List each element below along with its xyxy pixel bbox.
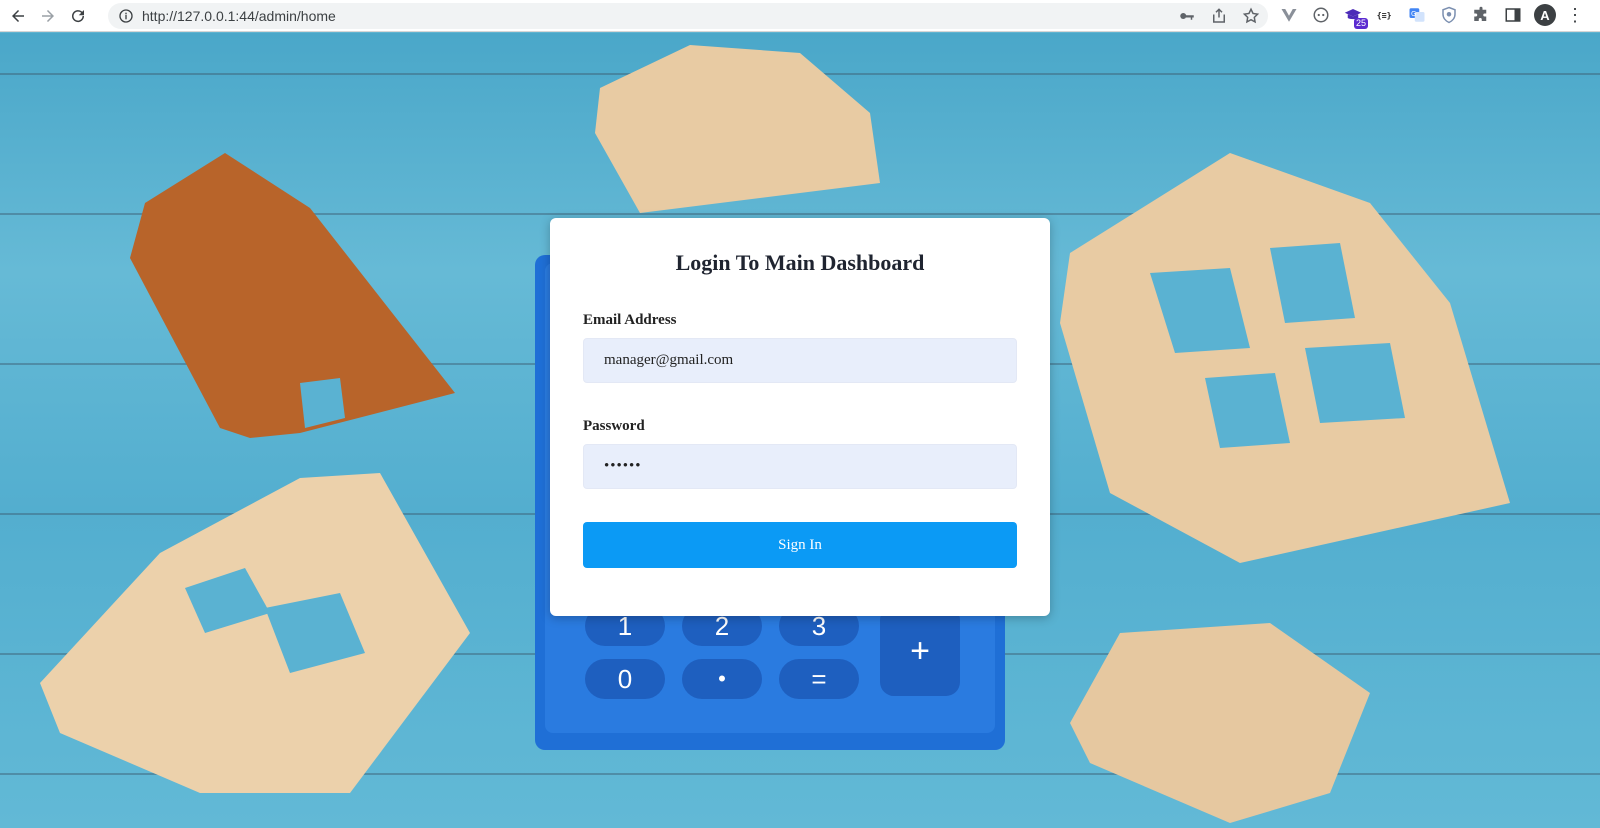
translate-icon[interactable]: G: [1406, 4, 1428, 26]
address-bar[interactable]: http://127.0.0.1:44/admin/home: [108, 3, 1268, 29]
key-icon[interactable]: [1178, 7, 1196, 25]
calc-key: 0: [585, 659, 665, 699]
password-field[interactable]: ••••••: [583, 444, 1017, 489]
forward-icon[interactable]: [36, 4, 60, 28]
shield-icon[interactable]: [1438, 4, 1460, 26]
svg-text:{≡}: {≡}: [1377, 10, 1392, 20]
dev-tools-icon[interactable]: [1310, 4, 1332, 26]
calc-key: =: [779, 659, 859, 699]
star-icon[interactable]: [1242, 7, 1260, 25]
login-title: Login To Main Dashboard: [675, 250, 925, 275]
email-field[interactable]: manager@gmail.com: [583, 338, 1017, 383]
login-card: Login To Main Dashboard Email Address ma…: [550, 218, 1050, 616]
calculator-keys: 1 2 3 + 0 • =: [585, 601, 1005, 721]
vue-devtools-icon[interactable]: [1278, 4, 1300, 26]
browser-toolbar: http://127.0.0.1:44/admin/home 25 {≡} G …: [0, 0, 1600, 32]
calc-key: +: [880, 606, 960, 696]
reload-icon[interactable]: [66, 4, 90, 28]
email-label: Email Address: [583, 312, 677, 328]
calc-key: •: [682, 659, 762, 699]
info-icon[interactable]: [118, 8, 134, 24]
extension-badge: 25: [1353, 18, 1368, 29]
sign-in-button[interactable]: Sign In: [583, 522, 1017, 568]
puzzle-icon[interactable]: [1470, 4, 1492, 26]
url-text: http://127.0.0.1:44/admin/home: [142, 8, 336, 24]
profile-avatar[interactable]: A: [1534, 4, 1556, 26]
json-icon[interactable]: {≡}: [1374, 4, 1396, 26]
svg-text:G: G: [1411, 10, 1416, 18]
share-icon[interactable]: [1210, 7, 1228, 25]
password-label: Password: [583, 418, 645, 434]
kebab-menu-icon[interactable]: ⋮: [1566, 6, 1584, 24]
grad-cap-icon[interactable]: 25: [1342, 4, 1368, 29]
back-icon[interactable]: [6, 4, 30, 28]
side-panel-icon[interactable]: [1502, 4, 1524, 26]
